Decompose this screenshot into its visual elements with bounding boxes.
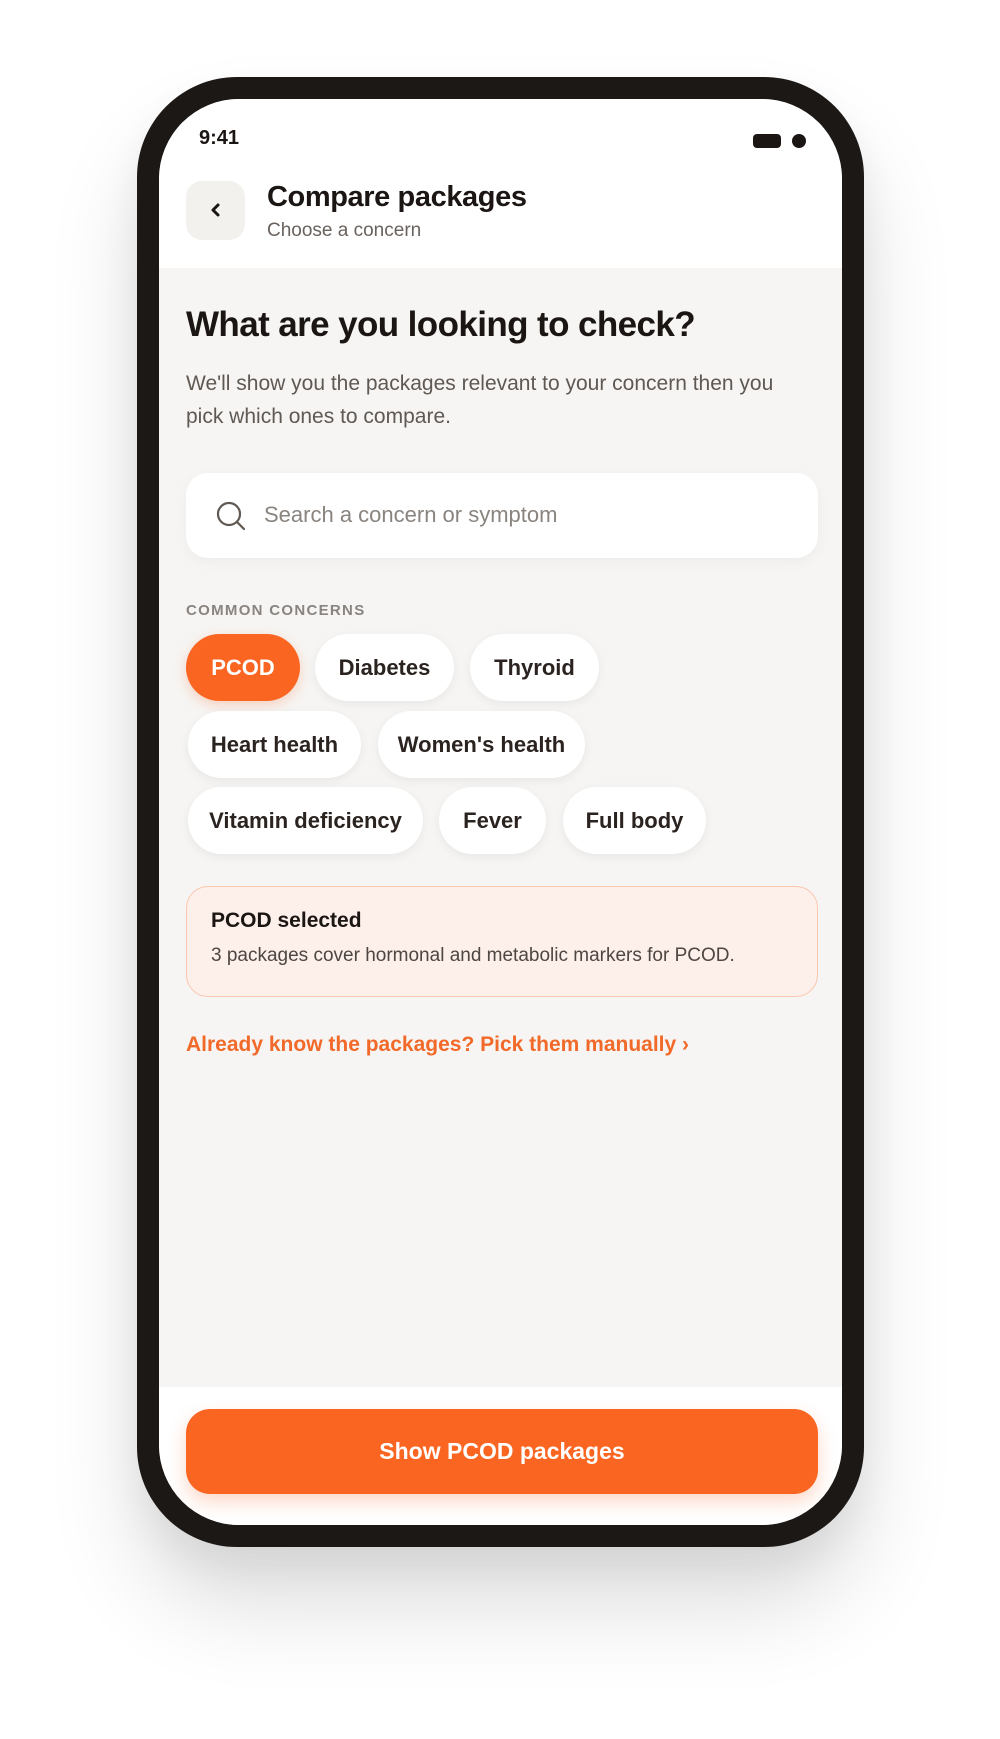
question-description: We'll show you the packages relevant to … <box>186 372 774 428</box>
chip-pcod[interactable]: PCOD <box>186 634 300 701</box>
chip-full-body[interactable]: Full body <box>563 787 706 854</box>
chip-vitamin-deficiency[interactable]: Vitamin deficiency <box>188 787 423 854</box>
selection-text: 3 packages cover hormonal and metabolic … <box>211 945 735 966</box>
phone-frame: 9:41 Compare packages Choose a concern W… <box>137 77 864 1547</box>
pick-manually-link[interactable]: Already know the packages? Pick them man… <box>186 1033 689 1057</box>
page-subtitle: Choose a concern <box>267 220 422 241</box>
search-icon <box>216 501 246 531</box>
app-screen: 9:41 Compare packages Choose a concern W… <box>159 99 842 1525</box>
selection-card: PCOD selected 3 packages cover hormonal … <box>186 886 818 997</box>
bottom-bar: Show PCOD packages <box>159 1387 842 1525</box>
chip-diabetes[interactable]: Diabetes <box>315 634 454 701</box>
section-label: COMMON CONCERNS <box>186 602 366 619</box>
back-button[interactable] <box>186 181 245 240</box>
header: 9:41 Compare packages Choose a concern <box>159 99 842 268</box>
selection-title: PCOD selected <box>211 909 362 932</box>
question-heading: What are you looking to check? <box>186 305 696 344</box>
search-box[interactable] <box>186 473 818 558</box>
chip-thyroid[interactable]: Thyroid <box>470 634 599 701</box>
chip-heart-health[interactable]: Heart health <box>188 711 361 778</box>
page-title: Compare packages <box>267 181 527 213</box>
status-time: 9:41 <box>199 127 240 149</box>
battery-icon <box>753 134 781 148</box>
show-packages-button[interactable]: Show PCOD packages <box>186 1409 818 1494</box>
camera-dot-icon <box>792 134 806 148</box>
chevron-left-icon <box>211 203 220 217</box>
chip-fever[interactable]: Fever <box>439 787 546 854</box>
search-input[interactable] <box>264 493 784 537</box>
chip-womens-health[interactable]: Women's health <box>378 711 585 778</box>
